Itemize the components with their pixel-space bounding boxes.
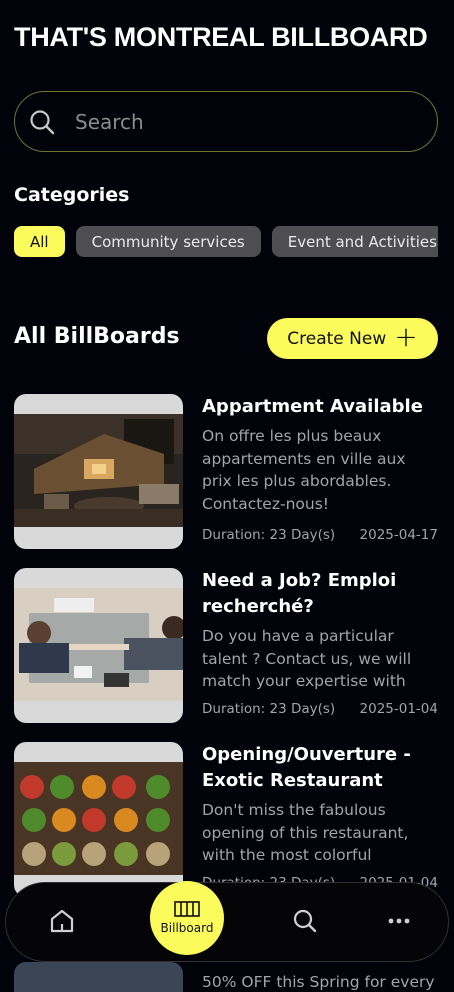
- app-title: THAT'S MONTREAL BILLBOARD: [14, 22, 428, 52]
- billboard-description: Do you have a particular talent ? Contac…: [202, 627, 412, 690]
- billboard-description: 50% OFF this Spring for every: [202, 973, 435, 991]
- search-icon: [30, 109, 55, 134]
- billboard-image: [14, 394, 183, 549]
- billboard-duration: Duration: 23 Day(s): [202, 527, 336, 543]
- more-icon[interactable]: [385, 907, 413, 935]
- billboard-card[interactable]: Appartment Available On offre les plus b…: [14, 394, 438, 549]
- billboard-card[interactable]: Need a Job? Emploi recherché? Do you hav…: [14, 568, 438, 723]
- billboard-meta: Duration: 23 Day(s) 2025-04-17: [202, 527, 438, 543]
- bottom-nav: Billboard: [5, 881, 449, 962]
- nav-billboard-button[interactable]: Billboard: [150, 881, 224, 955]
- category-chip-all[interactable]: All: [14, 226, 65, 257]
- billboard-card[interactable]: Opening/Ouverture - Exotic Restaurant Do…: [14, 742, 438, 897]
- section-title: All BillBoards: [14, 324, 180, 349]
- billboard-title: Appartment Available: [202, 396, 423, 417]
- billboard-card-peek: [14, 962, 183, 992]
- billboard-image: [14, 742, 183, 897]
- plus-icon: +: [394, 320, 418, 353]
- search-icon[interactable]: [291, 907, 319, 935]
- billboard-duration: Duration: 23 Day(s): [202, 701, 336, 717]
- create-new-label: Create New: [287, 328, 387, 349]
- billboard-image: [14, 568, 183, 723]
- home-icon[interactable]: [48, 907, 76, 935]
- billboard-description: Don't miss the fabulous opening of this …: [202, 801, 409, 864]
- search-input[interactable]: [75, 109, 405, 134]
- categories-heading: Categories: [14, 184, 130, 206]
- create-new-button[interactable]: Create New +: [267, 318, 438, 359]
- billboard-description: On offre les plus beaux appartements en …: [202, 427, 406, 513]
- category-chip-event-and-activities[interactable]: Event and Activities: [271, 226, 438, 257]
- billboard-date: 2025-04-17: [359, 527, 438, 543]
- billboard-icon: [174, 901, 200, 917]
- category-chips: All Community services Event and Activit…: [14, 226, 438, 258]
- billboard-date: 2025-01-04: [359, 701, 438, 717]
- nav-billboard-label: Billboard: [160, 921, 214, 935]
- category-chip-community-services[interactable]: Community services: [75, 226, 261, 257]
- billboard-meta: Duration: 23 Day(s) 2025-01-04: [202, 701, 438, 717]
- billboard-title: Need a Job? Emploi recherché?: [202, 570, 397, 617]
- search-bar[interactable]: [14, 91, 438, 152]
- billboard-title: Opening/Ouverture - Exotic Restaurant: [202, 744, 411, 791]
